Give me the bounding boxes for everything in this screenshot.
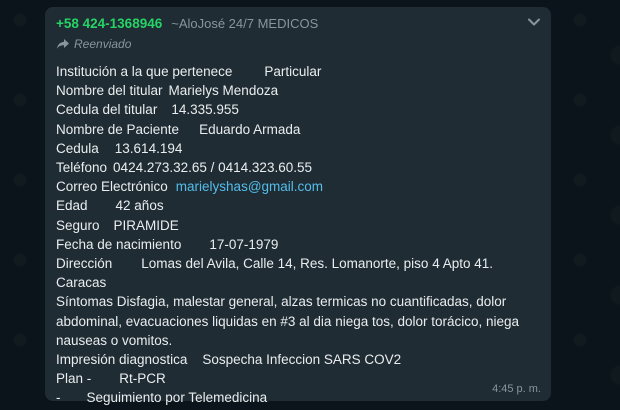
plan-label: Plan - (56, 371, 92, 387)
nacimiento-value: 17-07-1979 (209, 236, 279, 252)
field-direccion: Dirección Lomas del Avila, Calle 14, Res.… (56, 254, 540, 273)
sender-name[interactable]: ~AloJosé 24/7 MEDICOS (171, 15, 318, 33)
email-link[interactable]: marielyshas@gmail.com (176, 179, 323, 194)
titular-value: Marielys Mendoza (168, 83, 279, 99)
correo-label: Correo Electrónico (56, 179, 168, 195)
titular-label: Nombre del titular (56, 83, 163, 99)
field-nacimiento: Fecha de nacimiento 17-07-1979 (56, 235, 540, 254)
message-timestamp: 4:45 p. m. (492, 383, 541, 395)
message-bubble[interactable]: +58 424-1368946 ~AloJosé 24/7 MEDICOS Re… (45, 7, 551, 405)
seguro-label: Seguro (56, 217, 100, 233)
field-cedula-titular: Cedula del titular 14.335.955 (56, 100, 540, 119)
cedula-titular-label: Cedula del titular (56, 102, 158, 118)
cedula-label: Cedula (56, 140, 99, 156)
seguro-value: PIRAMIDE (113, 217, 179, 233)
forwarded-label: Reenviado (74, 37, 132, 51)
plan2-value: Seguimiento por Telemedicina (86, 390, 268, 406)
forward-arrow-icon (57, 39, 69, 49)
sender-phone[interactable]: +58 424-1368946 (56, 15, 162, 33)
field-institucion: Institución a la que pertenece Particular (56, 62, 540, 81)
field-telefono: Teléfono 0424.273.32.65 / 0414.323.60.55 (56, 158, 540, 177)
field-edad: Edad 42 años (56, 196, 540, 215)
message-text: Institución a la que pertenece Particular… (56, 62, 540, 408)
field-sintomas: Síntomas Disfagia, malestar general, alz… (56, 292, 540, 350)
telefono-label: Teléfono (56, 160, 108, 176)
institucion-label: Institución a la que pertenece (56, 64, 233, 79)
edad-label: Edad (56, 198, 88, 214)
forwarded-indicator: Reenviado (56, 35, 540, 53)
direccion-label: Dirección (56, 256, 113, 272)
field-plan: Plan - Rt-PCR (56, 369, 540, 388)
paciente-label: Nombre de Paciente (56, 121, 180, 137)
field-plan-2: - Seguimiento por Telemedicina (56, 388, 540, 407)
edad-value: 42 años (115, 198, 164, 214)
chevron-down-icon[interactable] (525, 13, 543, 31)
impresion-value: Sospecha Infeccion SARS COV2 (202, 352, 402, 368)
paciente-value: Eduardo Armada (199, 121, 301, 137)
cedula-value: 13.614.194 (114, 140, 183, 156)
field-correo: Correo Electrónico marielyshas@gmail.com (56, 177, 540, 196)
field-seguro: Seguro PIRAMIDE (56, 216, 540, 235)
field-paciente: Nombre de Paciente Eduardo Armada (56, 120, 540, 139)
sintomas-label: Síntomas (56, 294, 114, 310)
plan-value: Rt-PCR (119, 371, 166, 387)
sintomas-value: Disfagia, malestar general, alzas termic… (56, 294, 520, 348)
field-cedula: Cedula 13.614.194 (56, 139, 540, 158)
field-impresion: Impresión diagnostica Sospecha Infeccion … (56, 350, 540, 369)
cedula-titular-value: 14.335.955 (171, 102, 239, 118)
field-titular: Nombre del titular Marielys Mendoza (56, 81, 540, 100)
telefono-value: 0424.273.32.65 / 0414.323.60.55 (113, 160, 312, 176)
direccion-value: Lomas del Avila, Calle 14, Res. Lomanort… (141, 256, 493, 272)
institucion-value: Particular (264, 64, 322, 79)
field-direccion-city: Caracas (56, 273, 540, 292)
direccion-city: Caracas (56, 275, 107, 291)
plan2-label: - (56, 390, 61, 406)
nacimiento-label: Fecha de nacimiento (56, 236, 182, 252)
impresion-label: Impresión diagnostica (56, 352, 188, 368)
message-header: +58 424-1368946 ~AloJosé 24/7 MEDICOS (56, 15, 540, 33)
